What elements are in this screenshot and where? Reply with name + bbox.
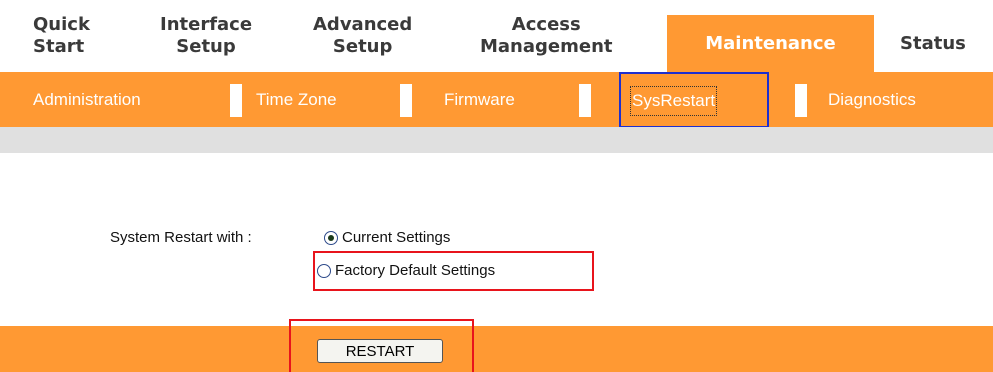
restart-button-highlight-box (289, 319, 474, 372)
tab-label-line1: Advanced (313, 14, 413, 35)
subnav-item-firmware[interactable]: Firmware (444, 86, 515, 114)
tab-label-line2: Setup (332, 36, 393, 57)
tab-quick-start[interactable]: Quick Start (33, 0, 90, 72)
tab-access-management[interactable]: Access Management (480, 0, 613, 72)
tab-status[interactable]: Status (900, 15, 966, 72)
subnav-item-time-zone[interactable]: Time Zone (256, 86, 337, 114)
button-bar (0, 326, 993, 372)
tab-label-line1: Interface (160, 14, 253, 35)
sysrestart-highlight-box (619, 72, 769, 128)
tab-label-line1: Access (511, 14, 581, 35)
sub-nav: Administration Time Zone Firmware SysRes… (0, 72, 993, 127)
tab-advanced-setup[interactable]: Advanced Setup (313, 0, 412, 72)
subnav-item-administration[interactable]: Administration (33, 86, 141, 114)
factory-default-highlight-box (313, 251, 594, 291)
subnav-separator (400, 84, 412, 117)
subnav-separator (795, 84, 807, 117)
radio-current-settings[interactable] (324, 230, 338, 245)
tab-label: Maintenance (705, 32, 836, 54)
tab-maintenance[interactable]: Maintenance (667, 15, 874, 72)
tab-label-line2: Management (480, 36, 613, 57)
current-settings-option[interactable]: Current Settings (324, 229, 450, 246)
tab-interface-setup[interactable]: Interface Setup (160, 0, 252, 72)
tab-label-line2: Start (33, 36, 85, 57)
tab-label: Status (900, 32, 966, 54)
section-divider-bar (0, 127, 993, 153)
tab-label-line2: Setup (176, 36, 236, 57)
main-nav: Quick Start Interface Setup Advanced Set… (0, 0, 993, 72)
subnav-item-diagnostics[interactable]: Diagnostics (828, 86, 916, 114)
subnav-separator (230, 84, 242, 117)
subnav-separator (579, 84, 591, 117)
current-settings-label: Current Settings (342, 229, 451, 246)
restart-form: System Restart with : Current Settings F… (0, 153, 993, 326)
system-restart-label: System Restart with : (110, 229, 252, 246)
tab-label-line1: Quick (33, 14, 90, 35)
